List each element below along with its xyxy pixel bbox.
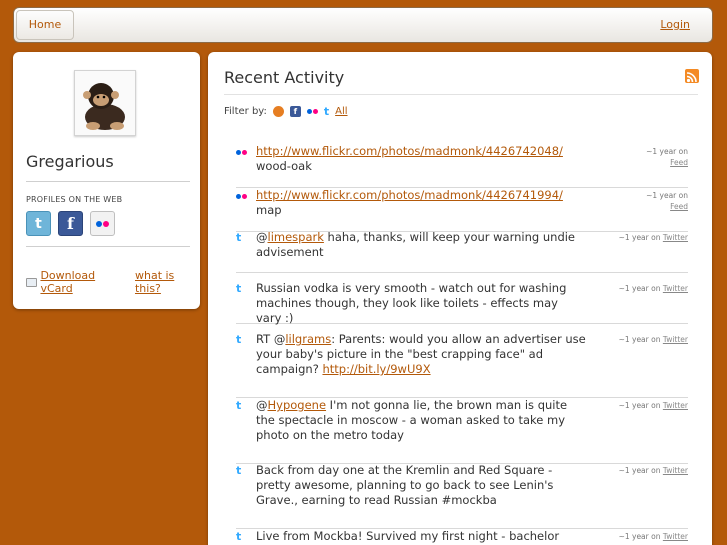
photo-link[interactable]: http://www.flickr.com/photos/madmonk/442…	[256, 144, 563, 158]
activity-meta: ~1 year on Twitter	[619, 465, 688, 476]
filter-bar: Filter by: f t All	[224, 105, 348, 118]
twitter-profile-icon[interactable]: t	[26, 211, 51, 236]
timestamp: ~1 year on	[618, 532, 661, 541]
activity-text: Back from day one at the Kremlin and Red…	[256, 463, 554, 507]
activity-item: t Back from day one at the Kremlin and Re…	[236, 463, 688, 529]
mention-link[interactable]: Hypogene	[268, 398, 327, 412]
timestamp: ~1 year on	[646, 191, 688, 200]
activity-item: t @limespark haha, thanks, will keep your…	[236, 230, 688, 273]
twitter-icon: t	[236, 282, 242, 295]
activity-meta: ~1 year on Twitter	[619, 283, 688, 294]
filter-all-link[interactable]: All	[335, 106, 347, 117]
source-link[interactable]: Twitter	[663, 233, 688, 242]
download-vcard-link[interactable]: Download vCard	[40, 269, 126, 295]
twitter-icon: t	[236, 231, 242, 244]
filter-label: Filter by:	[224, 106, 267, 117]
activity-text: Russian vodka is very smooth - watch out…	[256, 281, 567, 325]
home-button[interactable]: Home	[16, 10, 74, 40]
social-links: t f	[26, 211, 115, 236]
profile-name: Gregarious	[26, 152, 114, 171]
source-link[interactable]: Twitter	[663, 401, 688, 410]
activity-item: t Live from Mockba! Survived my first nig…	[236, 529, 688, 545]
divider	[26, 246, 190, 247]
activity-item: http://www.flickr.com/photos/madmonk/442…	[236, 144, 688, 188]
source-link[interactable]: Twitter	[663, 284, 688, 293]
profile-sidebar: Gregarious PROFILES ON THE WEB t f Downl…	[13, 52, 200, 309]
recent-activity-panel: Recent Activity Filter by: f t All http:…	[208, 52, 712, 545]
mention-link[interactable]: lilgrams	[285, 332, 331, 346]
activity-meta: ~1 year on Twitter	[619, 531, 688, 542]
login-link[interactable]: Login	[660, 18, 690, 31]
mention-link[interactable]: limespark	[268, 230, 324, 244]
vcard-row: Download vCard what is this?	[26, 269, 200, 295]
timestamp: ~1 year on	[646, 147, 688, 156]
activity-text: http://www.flickr.com/photos/madmonk/442…	[256, 144, 563, 173]
source-link[interactable]: Feed	[670, 158, 688, 167]
profiles-label: PROFILES ON THE WEB	[26, 195, 123, 204]
activity-meta: ~1 year on Twitter	[619, 334, 688, 345]
activity-meta: ~1 year on Feed	[646, 146, 688, 168]
avatar	[74, 70, 136, 136]
twitter-icon: t	[236, 333, 242, 346]
source-link[interactable]: Twitter	[663, 532, 688, 541]
activity-item: http://www.flickr.com/photos/madmonk/442…	[236, 188, 688, 232]
divider	[224, 94, 698, 95]
filter-flickr-icon[interactable]	[306, 106, 318, 117]
source-link[interactable]: Feed	[670, 202, 688, 211]
source-link[interactable]: Twitter	[663, 466, 688, 475]
monkey-avatar-image	[83, 83, 125, 130]
flickr-icon	[236, 190, 250, 202]
filter-twitter-icon[interactable]: t	[324, 105, 329, 118]
flickr-icon	[236, 146, 250, 158]
what-is-this-link[interactable]: what is this?	[135, 269, 200, 295]
filter-all-sources-icon[interactable]	[272, 106, 284, 117]
vcard-icon	[26, 277, 38, 287]
source-link[interactable]: Twitter	[663, 335, 688, 344]
activity-text: http://www.flickr.com/photos/madmonk/442…	[256, 188, 563, 217]
twitter-icon: t	[236, 530, 242, 543]
twitter-icon: t	[236, 464, 242, 477]
activity-item: t RT @lilgrams: Parents: would you allow …	[236, 332, 688, 398]
facebook-profile-icon[interactable]: f	[58, 211, 83, 236]
activity-meta: ~1 year on Twitter	[619, 232, 688, 243]
flickr-profile-icon[interactable]	[90, 211, 115, 236]
twitter-icon: t	[236, 399, 242, 412]
top-nav-bar: Home Login	[13, 7, 713, 43]
activity-meta: ~1 year on Feed	[646, 190, 688, 212]
activity-text: RT @lilgrams: Parents: would you allow a…	[256, 332, 586, 376]
divider	[26, 181, 190, 182]
timestamp: ~1 year on	[618, 466, 661, 475]
page-title: Recent Activity	[224, 68, 345, 87]
photo-link[interactable]: http://www.flickr.com/photos/madmonk/442…	[256, 188, 563, 202]
activity-item: t @Hypogene I'm not gonna lie, the brown …	[236, 398, 688, 464]
activity-text: @Hypogene I'm not gonna lie, the brown m…	[256, 398, 568, 442]
rss-icon[interactable]	[685, 69, 699, 83]
activity-meta: ~1 year on Twitter	[619, 400, 688, 411]
activity-text: @limespark haha, thanks, will keep your …	[256, 230, 576, 259]
activity-item: t Russian vodka is very smooth - watch ou…	[236, 281, 688, 325]
timestamp: ~1 year on	[618, 401, 661, 410]
filter-facebook-icon[interactable]: f	[289, 106, 301, 117]
url-link[interactable]: http://bit.ly/9wU9X	[322, 362, 430, 376]
timestamp: ~1 year on	[618, 233, 661, 242]
timestamp: ~1 year on	[618, 335, 661, 344]
activity-text: Live from Mockba! Survived my first nigh…	[256, 529, 560, 545]
timestamp: ~1 year on	[618, 284, 661, 293]
